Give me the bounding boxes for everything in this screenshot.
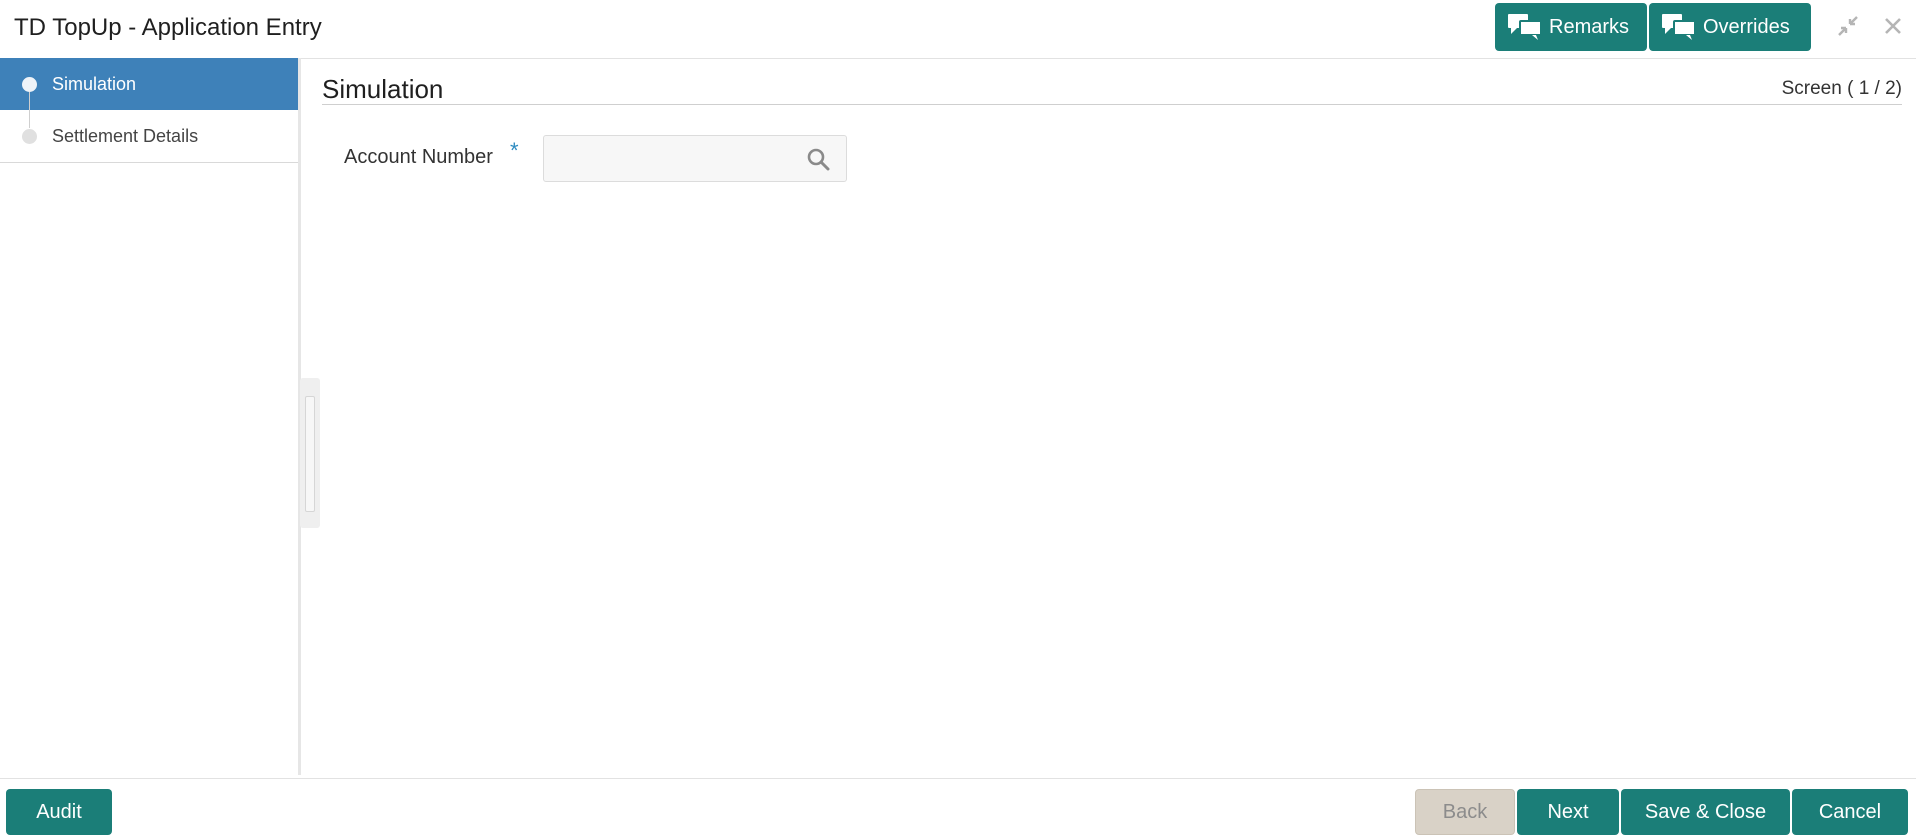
step-sidebar: Simulation Settlement Details: [0, 58, 301, 775]
search-icon[interactable]: [806, 147, 830, 171]
overrides-button[interactable]: Overrides: [1649, 3, 1811, 51]
step-label: Simulation: [52, 73, 137, 94]
sidebar-step-simulation[interactable]: Simulation: [0, 58, 298, 110]
step-indicator-icon: [22, 76, 37, 92]
close-icon[interactable]: [1881, 14, 1905, 38]
chat-bubbles-icon: [1662, 14, 1696, 40]
account-number-input[interactable]: [544, 136, 814, 181]
collapse-icon[interactable]: [1836, 14, 1860, 38]
audit-button[interactable]: Audit: [6, 789, 112, 835]
back-button[interactable]: Back: [1415, 789, 1515, 835]
step-label: Settlement Details: [52, 125, 199, 146]
footer-bar: Audit Back Next Save & Close Cancel: [0, 778, 1916, 840]
app-title: TD TopUp - Application Entry: [14, 14, 322, 41]
next-button[interactable]: Next: [1517, 789, 1619, 835]
screen-indicator: Screen ( 1 / 2): [1781, 78, 1902, 99]
remarks-label: Remarks: [1549, 15, 1630, 38]
account-number-field: [543, 135, 847, 182]
sidebar-step-settlement-details[interactable]: Settlement Details: [0, 110, 298, 162]
title-divider: [322, 104, 1902, 105]
app-header: TD TopUp - Application Entry Remarks Ove…: [0, 0, 1916, 59]
account-number-label: Account Number: [344, 146, 493, 168]
required-mark: *: [510, 138, 519, 163]
resize-grip: [305, 396, 315, 512]
sidebar-resize-handle[interactable]: [300, 378, 320, 528]
remarks-button[interactable]: Remarks: [1495, 3, 1647, 51]
cancel-button[interactable]: Cancel: [1792, 789, 1908, 835]
step-indicator-icon: [22, 128, 37, 144]
section-title: Simulation: [322, 74, 444, 104]
chat-bubbles-icon: [1508, 14, 1542, 40]
save-and-close-button[interactable]: Save & Close: [1621, 789, 1790, 835]
sidebar-divider: [0, 162, 298, 163]
overrides-label: Overrides: [1703, 15, 1790, 38]
